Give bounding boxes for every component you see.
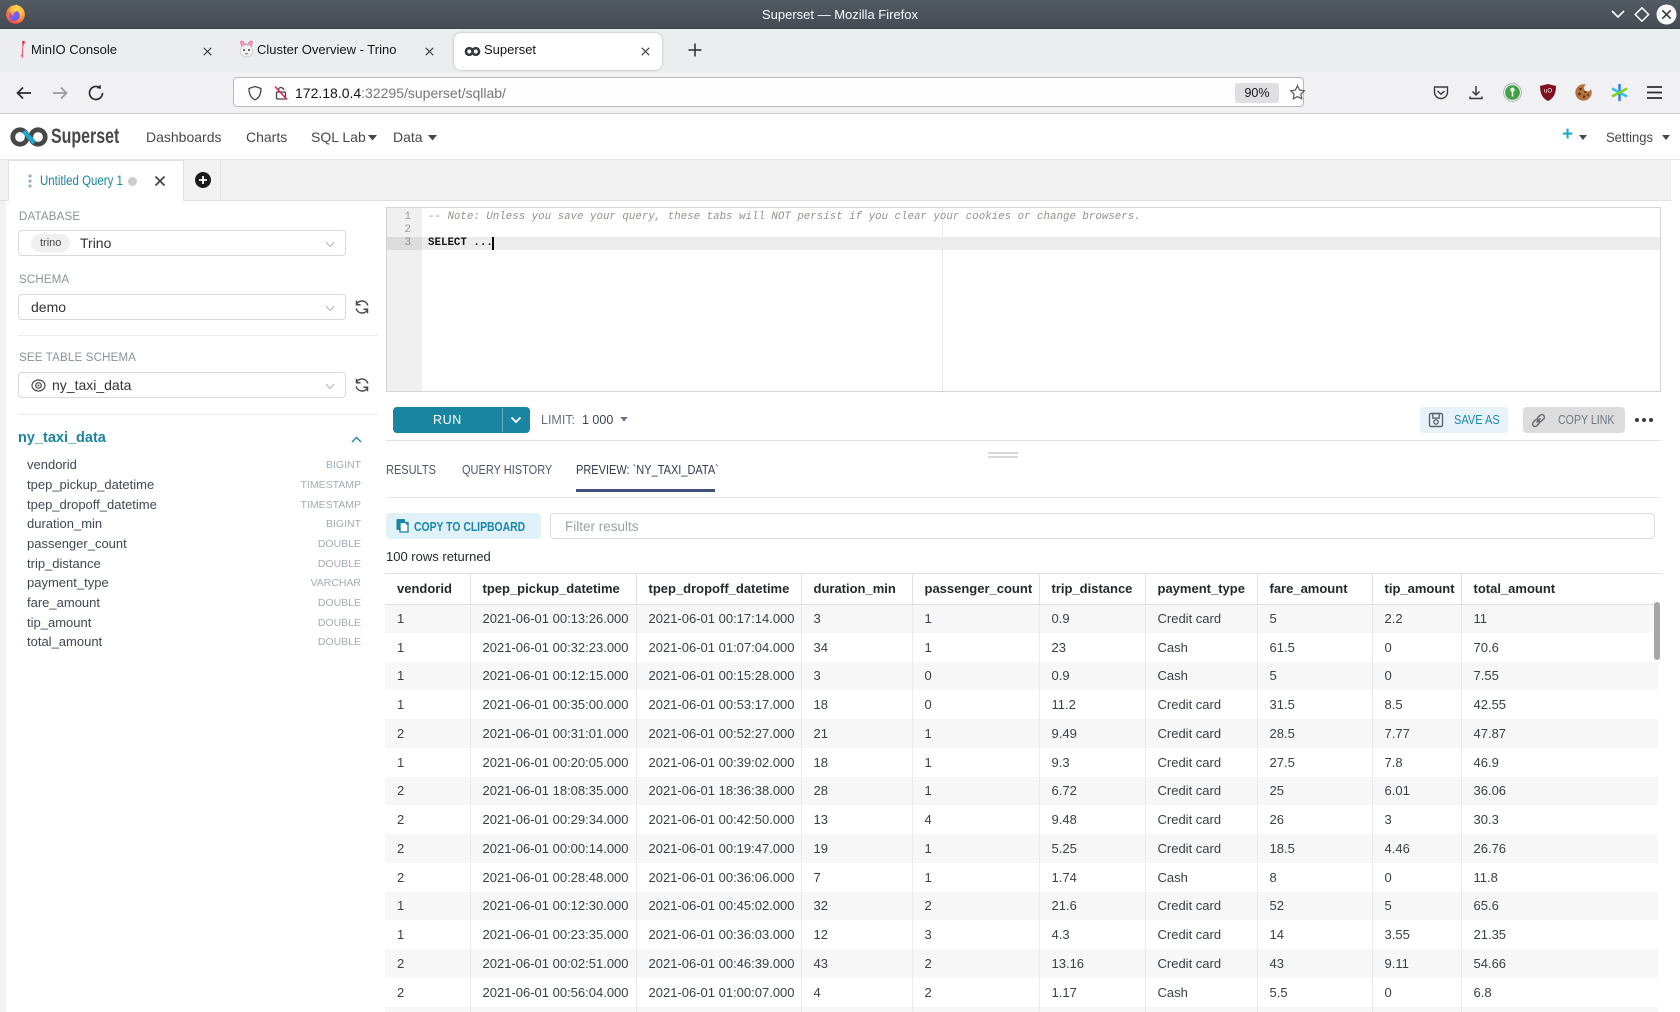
svg-text:uO: uO (1544, 89, 1552, 95)
